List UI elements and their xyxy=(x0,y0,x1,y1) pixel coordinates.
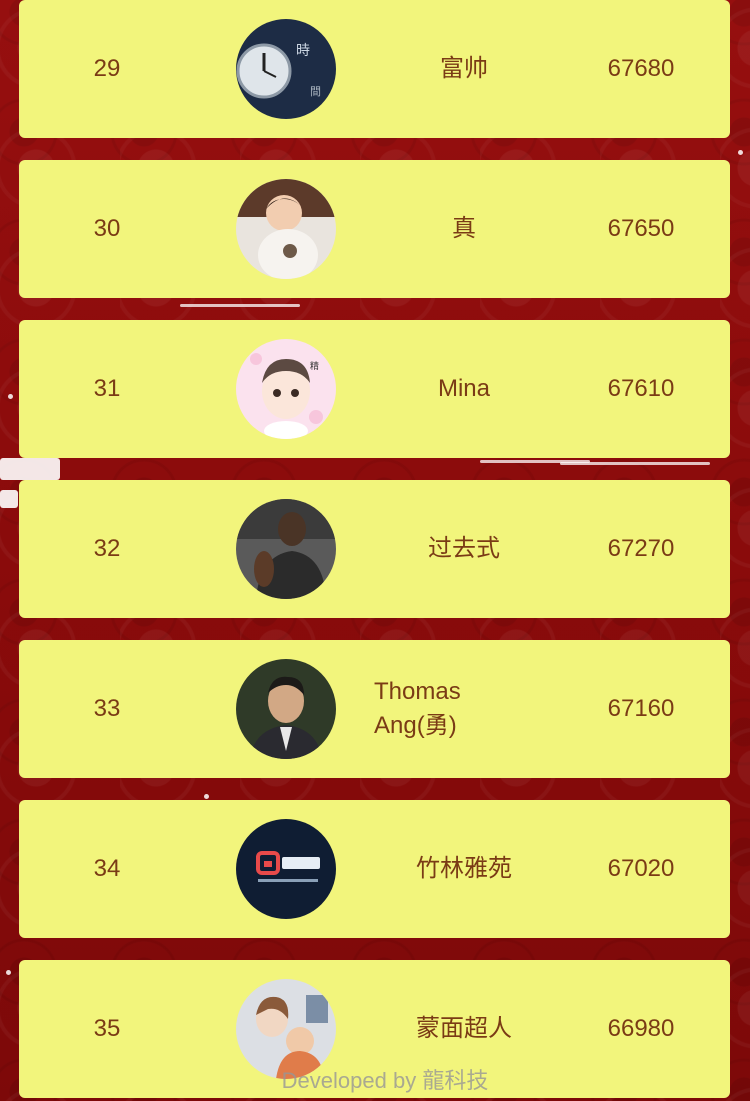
leaderboard-row: 29 時 間 富帅 67680 xyxy=(19,0,730,138)
svg-text:精: 精 xyxy=(310,360,319,372)
leaderboard-row: 33 Thomas Ang(勇) 67160 xyxy=(19,640,730,778)
player-score: 66980 xyxy=(607,1015,675,1042)
rank-number: 34 xyxy=(93,855,121,882)
rank-number: 33 xyxy=(93,695,121,722)
player-score: 67610 xyxy=(607,375,675,402)
cartoon-boy-avatar-icon[interactable]: 精 xyxy=(236,339,336,439)
leaderboard-row: 30 真 67650 xyxy=(19,160,730,298)
player-score: 67020 xyxy=(607,855,675,882)
rank-number: 30 xyxy=(93,215,121,242)
player-name: 富帅 xyxy=(440,55,488,82)
leaderboard-row: 31 精 Mina 67610 xyxy=(19,320,730,458)
athlete-avatar-icon[interactable] xyxy=(236,499,336,599)
clock-avatar-icon[interactable]: 時 間 xyxy=(236,19,336,119)
app-logo-avatar-icon[interactable] xyxy=(236,819,336,919)
rank-number: 35 xyxy=(93,1015,121,1042)
player-score: 67270 xyxy=(607,535,675,562)
player-name: Mina xyxy=(437,375,491,402)
leaderboard-list: 29 時 間 富帅 67680 30 真 67650 31 精 Mina 676… xyxy=(19,0,730,1101)
leaderboard-row: 34 竹林雅苑 67020 xyxy=(19,800,730,938)
player-score: 67650 xyxy=(607,215,675,242)
player-name: 过去式 xyxy=(428,535,500,562)
man-portrait-avatar-icon[interactable] xyxy=(236,659,336,759)
rank-number: 29 xyxy=(93,55,121,82)
leaderboard-row: 32 过去式 67270 xyxy=(19,480,730,618)
decorative-stroke xyxy=(0,490,18,508)
baby-avatar-icon[interactable] xyxy=(236,179,336,279)
rank-number: 31 xyxy=(93,375,121,402)
decorative-sparkle xyxy=(6,970,11,975)
svg-text:時: 時 xyxy=(296,43,310,59)
player-name: 竹林雅苑 xyxy=(416,855,512,882)
svg-text:間: 間 xyxy=(310,85,321,98)
footer-credit: Developed by 龍科技 xyxy=(281,1068,489,1093)
player-name: 真 xyxy=(452,215,476,242)
player-name: 蒙面超人 xyxy=(416,1015,512,1042)
player-score: 67680 xyxy=(607,55,675,82)
rank-number: 32 xyxy=(93,535,121,562)
decorative-sparkle xyxy=(8,394,13,399)
player-score: 67160 xyxy=(607,695,675,722)
player-name: Thomas Ang(勇) xyxy=(374,678,461,739)
decorative-sparkle xyxy=(738,150,743,155)
